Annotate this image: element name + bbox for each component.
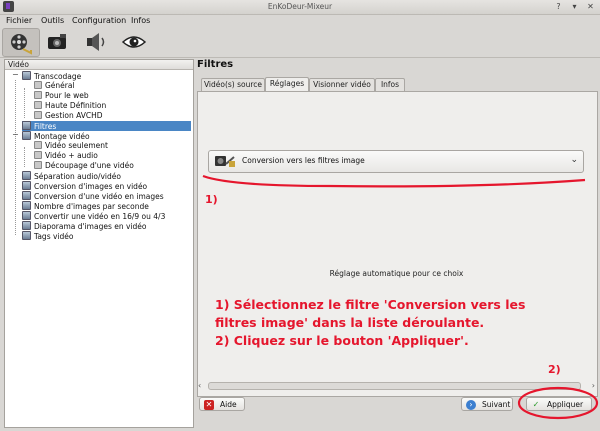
apply-circle-annotation <box>517 386 599 420</box>
annotation-marker-1: 1) <box>205 193 218 206</box>
annotation-line-1: 1) Sélectionnez le filtre 'Conversion ve… <box>215 297 526 312</box>
annotation-overlay <box>202 174 599 420</box>
annotation-instructions: 1) Sélectionnez le filtre 'Conversion ve… <box>215 296 595 350</box>
annotation-line-2: filtres image' dans la liste déroulante. <box>215 315 485 330</box>
annotation-marker-2: 2) <box>548 363 561 376</box>
underline-annotation <box>202 174 586 188</box>
annotation-line-3: 2) Cliquez sur le bouton 'Appliquer'. <box>215 333 469 348</box>
